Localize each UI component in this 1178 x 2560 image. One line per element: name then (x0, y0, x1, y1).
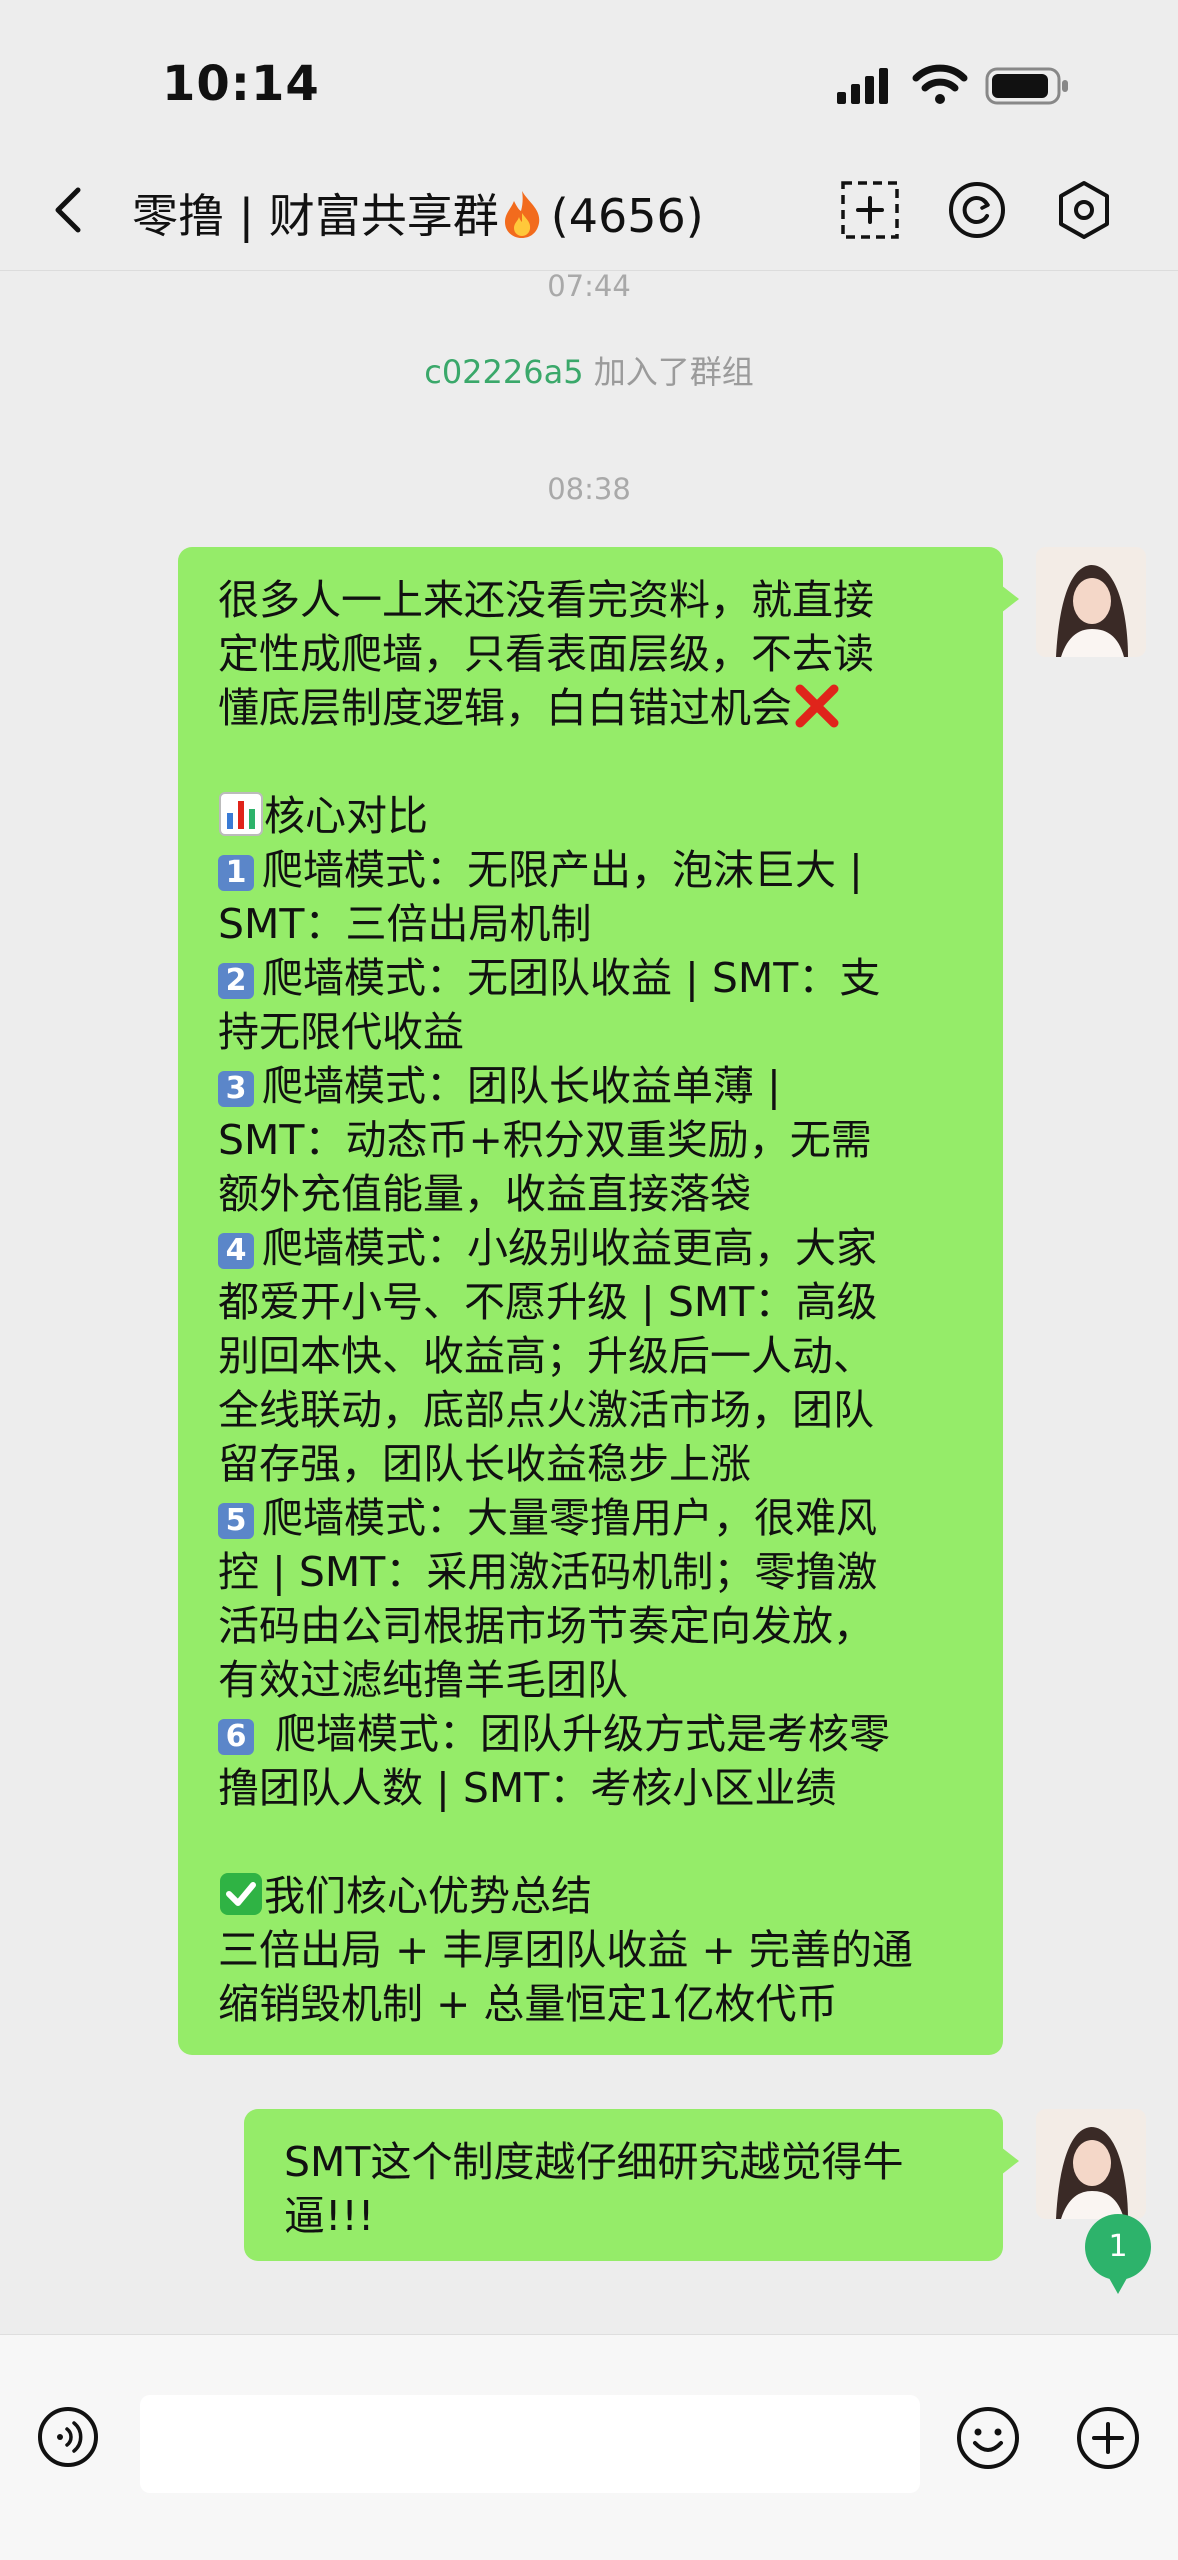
keycap-5-icon: 5 (218, 1503, 254, 1539)
message-text: 爬墙模式：无限产出，泡沫巨大 | (262, 846, 863, 894)
message-line: 逼!!! (284, 2192, 375, 2240)
bar-chart-icon (219, 792, 263, 836)
message-line: 2 爬墙模式：无团队收益 | SMT：支 (218, 951, 965, 1005)
message-line: 留存强，团队长收益稳步上涨 (218, 1440, 751, 1488)
message-line: 懂底层制度逻辑，白白错过机会 (218, 681, 965, 735)
keycap-1-icon: 1 (218, 855, 254, 891)
message-line: 别回本快、收益高；升级后一人动、 (218, 1332, 874, 1380)
system-join-message: c02226a5 加入了群组 (0, 347, 1178, 393)
sender-avatar[interactable] (1036, 547, 1146, 657)
join-text: 加入了群组 (583, 353, 754, 391)
message-text: 爬墙模式：团队长收益单薄 | (262, 1062, 781, 1110)
message-line: 缩销毁机制 + 总量恒定1亿枚代币 (218, 1980, 838, 2028)
keycap-4-icon: 4 (218, 1233, 254, 1269)
message-line: 持无限代收益 (218, 1008, 464, 1056)
chat-header: 零撸 | 财富共享群 (4656) (0, 150, 1178, 271)
keycap-3-icon: 3 (218, 1071, 254, 1107)
status-bar: 10:14 (0, 0, 1178, 150)
time-stamp: 08:38 (547, 472, 631, 506)
battery-icon (985, 67, 1068, 105)
message-line: SMT：三倍出局机制 (218, 900, 592, 948)
message-line: 定性成爬墙，只看表面层级，不去读 (218, 630, 874, 678)
cellular-signal-icon (837, 68, 888, 104)
message-line: 额外充值能量，收益直接落袋 (218, 1170, 751, 1218)
time-stamp: 07:44 (547, 269, 631, 303)
message-line: 1 爬墙模式：无限产出，泡沫巨大 | (218, 843, 965, 897)
refresh-icon[interactable] (945, 178, 1009, 242)
chat-screen: 10:14 零撸 | 财富共享群 (4656) 07:44 c02226a5 加… (0, 0, 1178, 2560)
unread-badge[interactable]: 1 (1085, 2214, 1151, 2294)
message-list[interactable]: 07:44 c02226a5 加入了群组 08:38 很多人一上来还没看完资料，… (0, 269, 1178, 2331)
message-input[interactable] (140, 2395, 920, 2493)
message-line: 很多人一上来还没看完资料，就直接 (218, 576, 874, 624)
keycap-2-icon: 2 (218, 963, 254, 999)
message-text: 我们核心优势总结 (264, 1872, 592, 1920)
fire-icon (504, 191, 539, 238)
message-text: 爬墙模式：团队升级方式是考核零 (262, 1710, 891, 1758)
avatar-image (1036, 2109, 1146, 2219)
input-bar (0, 2334, 1178, 2560)
message-text: 懂底层制度逻辑，白白错过机会 (218, 684, 792, 732)
message-bubble[interactable]: 很多人一上来还没看完资料，就直接 定性成爬墙，只看表面层级，不去读 懂底层制度逻… (178, 547, 1019, 2055)
back-icon[interactable] (40, 180, 100, 240)
message-line: 4 爬墙模式：小级别收益更高，大家 (218, 1221, 965, 1275)
status-time: 10:14 (162, 56, 320, 112)
group-name: 零撸 | 财富共享群 (132, 189, 499, 243)
sender-avatar[interactable] (1036, 2109, 1146, 2219)
message-line: 3 爬墙模式：团队长收益单薄 | (218, 1059, 965, 1113)
message-line: 三倍出局 + 丰厚团队收益 + 完善的通 (218, 1926, 913, 1974)
check-mark-icon (220, 1873, 262, 1915)
settings-icon[interactable] (1052, 178, 1116, 242)
message-line: SMT：动态币+积分双重奖励，无需 (218, 1116, 872, 1164)
message-line: SMT这个制度越仔细研究越觉得牛 (284, 2138, 904, 2186)
plus-icon[interactable] (1075, 2405, 1141, 2471)
member-count: (4656) (550, 189, 704, 243)
section-heading: 我们核心优势总结 (218, 1869, 965, 1923)
wifi-icon (912, 64, 968, 104)
message-line: 有效过滤纯撸羊毛团队 (218, 1656, 628, 1704)
message-text: 爬墙模式：小级别收益更高，大家 (262, 1224, 877, 1272)
message-line: 控 | SMT：采用激活码机制；零撸激 (218, 1548, 878, 1596)
avatar-image (1036, 547, 1146, 657)
message-text: 爬墙模式：无团队收益 | SMT：支 (262, 954, 881, 1002)
message-line: 撸团队人数 | SMT：考核小区业绩 (218, 1764, 837, 1812)
message-bubble[interactable]: SMT这个制度越仔细研究越觉得牛 逼!!! (244, 2109, 1019, 2261)
message-text: 爬墙模式：大量零撸用户，很难风 (262, 1494, 877, 1542)
joined-user-name[interactable]: c02226a5 (424, 353, 583, 391)
message-line: 全线联动，底部点火激活市场，团队 (218, 1386, 874, 1434)
emoji-icon[interactable] (955, 2405, 1021, 2471)
chat-title: 零撸 | 财富共享群 (4656) (132, 180, 704, 246)
message-line: 6 爬墙模式：团队升级方式是考核零 (218, 1707, 965, 1761)
message-line: 都爱开小号、不愿升级 | SMT：高级 (218, 1278, 878, 1326)
add-member-icon[interactable] (838, 178, 902, 242)
cross-mark-icon (795, 684, 839, 728)
section-heading: 核心对比 (218, 789, 965, 843)
voice-icon[interactable] (36, 2405, 100, 2469)
message-line: 活码由公司根据市场节奏定向发放， (218, 1602, 874, 1650)
message-text: 核心对比 (264, 792, 428, 840)
keycap-6-icon: 6 (218, 1719, 254, 1755)
message-line: 5 爬墙模式：大量零撸用户，很难风 (218, 1491, 965, 1545)
